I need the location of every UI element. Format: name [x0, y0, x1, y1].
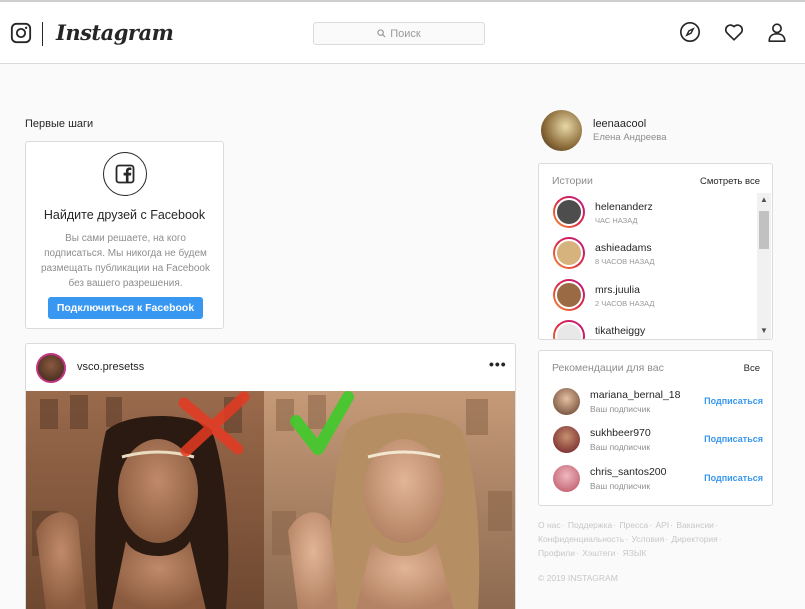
footer-separator: · [561, 520, 565, 530]
follow-button[interactable]: Подписаться [704, 434, 763, 444]
footer-link[interactable]: ЯЗЫК [623, 548, 647, 558]
current-user-avatar[interactable] [541, 110, 582, 151]
stories-panel: Истории Смотреть все helenanderz час наз… [538, 163, 773, 340]
recommendation-item: chris_santos200 Ваш подписчик Подписатьс… [553, 465, 763, 495]
footer-separator: · [714, 520, 718, 530]
follow-button[interactable]: Подписаться [704, 396, 763, 406]
footer-separator: · [649, 520, 653, 530]
facebook-card-title: Найдите друзей с Facebook [43, 208, 206, 222]
facebook-card-description: Вы сами решаете, на кого подписаться. Мы… [40, 233, 210, 289]
footer-link[interactable]: Условия [631, 534, 664, 544]
recommendation-avatar[interactable] [553, 465, 580, 492]
footer-separator: · [718, 534, 722, 544]
search-icon [377, 29, 386, 38]
instagram-wordmark[interactable]: Instagram [56, 20, 174, 45]
getting-started-label: Первые шаги [25, 118, 94, 130]
footer-link[interactable]: Конфиденциальность [538, 534, 624, 544]
story-item[interactable]: tikatheiggy [553, 320, 753, 339]
footer-link[interactable]: Вакансии [676, 520, 713, 530]
footer-link[interactable]: Директория [671, 534, 717, 544]
footer-link[interactable]: О нас [538, 520, 561, 530]
profile-person-icon[interactable] [766, 21, 788, 43]
instagram-camera-icon[interactable] [10, 22, 32, 44]
story-time: 2 часов назад [595, 299, 655, 308]
explore-compass-icon[interactable] [679, 21, 701, 43]
recommendation-subtitle: Ваш подписчик [590, 481, 651, 491]
story-avatar [553, 196, 585, 228]
footer-link[interactable]: Профили [538, 548, 575, 558]
recommendations-title: Рекомендации для вас [552, 362, 664, 374]
current-user-username[interactable]: leenaacool [593, 118, 646, 130]
recommendation-avatar[interactable] [553, 426, 580, 453]
follow-button[interactable]: Подписаться [704, 473, 763, 483]
recommendation-username[interactable]: chris_santos200 [590, 466, 666, 478]
feed-post: vsco.presetss ••• [25, 343, 516, 609]
story-item[interactable]: helenanderz час назад [553, 196, 753, 230]
recommendation-avatar[interactable] [553, 388, 580, 415]
story-username: helenanderz [595, 201, 653, 213]
activity-heart-icon[interactable] [723, 21, 745, 43]
stories-see-all-link[interactable]: Смотреть все [700, 176, 760, 187]
footer-link[interactable]: API [655, 520, 669, 530]
recommendations-panel: Рекомендации для вас Все mariana_bernal_… [538, 350, 773, 506]
story-item[interactable]: mrs.juulia 2 часов назад [553, 279, 753, 313]
recommendation-username[interactable]: sukhbeer970 [590, 427, 651, 439]
footer-separator: · [576, 548, 579, 558]
scrollbar-thumb[interactable] [759, 211, 769, 249]
footer-separator: · [616, 548, 620, 558]
footer-link[interactable]: Хэштеги [582, 548, 615, 558]
stories-title: Истории [552, 175, 593, 187]
recommendation-subtitle: Ваш подписчик [590, 442, 651, 452]
story-avatar [553, 279, 585, 311]
footer-link[interactable]: Поддержка [568, 520, 612, 530]
facebook-icon [103, 152, 147, 196]
story-username: ashieadams [595, 242, 652, 254]
post-author-username[interactable]: vsco.presetss [77, 361, 144, 373]
story-time: 8 часов назад [595, 257, 655, 266]
post-options-icon[interactable]: ••• [489, 356, 507, 372]
recommendations-see-all-link[interactable]: Все [744, 363, 760, 374]
scroll-down-arrow-icon[interactable]: ▼ [760, 326, 768, 335]
recommendation-item: mariana_bernal_18 Ваш подписчик Подписат… [553, 388, 763, 418]
logo-divider [42, 22, 43, 46]
recommendation-subtitle: Ваш подписчик [590, 404, 651, 414]
facebook-connect-card: Найдите друзей с Facebook Вы сами решает… [25, 141, 224, 329]
story-username: tikatheiggy [595, 325, 646, 337]
story-avatar [553, 237, 585, 269]
recommendation-username[interactable]: mariana_bernal_18 [590, 389, 680, 401]
connect-facebook-button[interactable]: Подключиться к Facebook [48, 297, 203, 319]
search-input[interactable]: Поиск [313, 22, 485, 45]
current-user-fullname: Елена Андреева [593, 132, 667, 143]
footer-separator: · [665, 534, 669, 544]
recommendation-item: sukhbeer970 Ваш подписчик Подписаться [553, 426, 763, 456]
story-time: час назад [595, 216, 638, 225]
stories-scrollbar[interactable]: ▲ ▼ [757, 193, 771, 339]
story-avatar [553, 320, 585, 339]
post-image[interactable] [26, 391, 516, 609]
story-item[interactable]: ashieadams 8 часов назад [553, 237, 753, 271]
footer-links: О нас· Поддержка· Пресса· API· Вакансии·… [538, 518, 763, 560]
top-navigation-bar: Instagram Поиск [0, 2, 805, 64]
story-username: mrs.juulia [595, 284, 640, 296]
copyright-text: © 2019 INSTAGRAM [538, 573, 618, 583]
footer-separator: · [613, 520, 617, 530]
footer-link[interactable]: Пресса [619, 520, 648, 530]
scroll-up-arrow-icon[interactable]: ▲ [760, 195, 768, 204]
footer-separator: · [670, 520, 673, 530]
post-author-avatar[interactable] [36, 353, 66, 383]
search-placeholder: Поиск [390, 27, 421, 40]
footer-separator: · [625, 534, 629, 544]
